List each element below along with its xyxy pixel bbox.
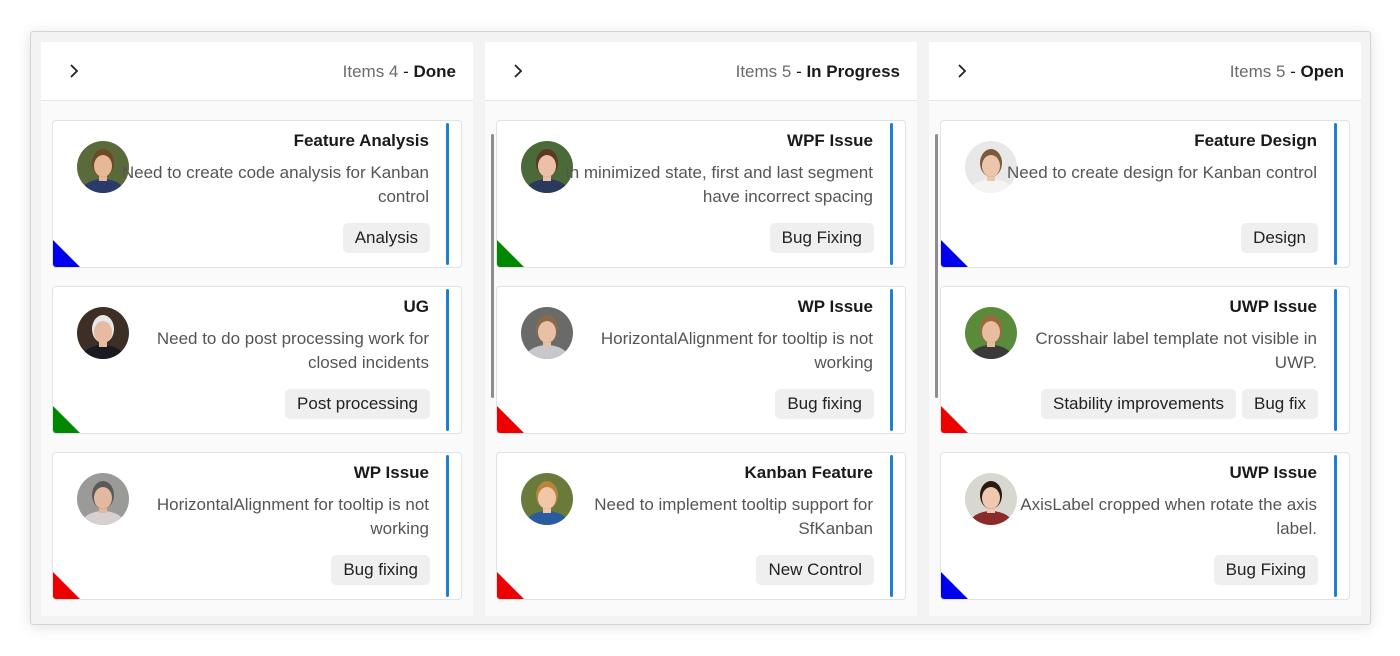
- priority-indicator: [941, 240, 968, 267]
- column-status: In Progress: [806, 62, 900, 81]
- card-tag[interactable]: Analysis: [342, 223, 430, 253]
- priority-indicator: [941, 572, 968, 599]
- card-tag[interactable]: Design: [1241, 223, 1318, 253]
- card-accent-bar: [446, 455, 449, 597]
- card-tag[interactable]: Bug Fixing: [1213, 555, 1318, 585]
- card-accent-bar: [890, 289, 893, 431]
- header-separator: -: [1285, 62, 1301, 81]
- card-description: Crosshair label template not visible in …: [1035, 329, 1317, 372]
- card-description: Need to implement tooltip support for Sf…: [594, 495, 873, 538]
- card-tag[interactable]: Bug Fixing: [769, 223, 874, 253]
- card-description: HorizontalAlignment for tooltip is not w…: [600, 329, 873, 372]
- card-tags: Bug fixing: [331, 555, 430, 585]
- kanban-card[interactable]: Kanban Feature Need to implement tooltip…: [496, 452, 906, 600]
- card-description: Need to create code analysis for Kanban …: [121, 163, 429, 206]
- priority-indicator: [53, 406, 80, 433]
- kanban-column-open: Items 5 - Open Feature Design Need to cr…: [929, 42, 1361, 616]
- kanban-card[interactable]: WP Issue HorizontalAlignment for tooltip…: [496, 286, 906, 434]
- card-tags: Post processing: [285, 389, 430, 419]
- column-item-count: Items 5: [1229, 62, 1286, 81]
- column-status: Open: [1300, 62, 1344, 81]
- kanban-board: Items 4 - Done Feature Analysis Need to …: [30, 31, 1371, 625]
- card-tags: Bug fixing: [775, 389, 874, 419]
- chevron-right-icon[interactable]: [65, 62, 83, 80]
- card-description: Need to do post processing work for clos…: [156, 329, 429, 372]
- column-header-text: Items 5 - Open: [1230, 62, 1344, 82]
- card-description: HorizontalAlignment for tooltip is not w…: [156, 495, 429, 538]
- card-title: Feature Design: [1194, 131, 1317, 150]
- kanban-card[interactable]: UWP Issue AxisLabel cropped when rotate …: [940, 452, 1350, 600]
- column-status: Done: [413, 62, 457, 81]
- column-header: Items 5 - In Progress: [485, 42, 917, 101]
- column-header-text: Items 4 - Done: [343, 62, 456, 82]
- card-title: WP Issue: [353, 463, 429, 482]
- card-accent-bar: [1334, 455, 1337, 597]
- card-title: Kanban Feature: [744, 463, 873, 482]
- card-description: Need to create design for Kanban control: [1007, 163, 1317, 182]
- kanban-card[interactable]: Feature Analysis Need to create code ana…: [52, 120, 462, 268]
- card-tags: Analysis: [342, 223, 430, 253]
- card-accent-bar: [1334, 123, 1337, 265]
- card-tag[interactable]: Post processing: [285, 389, 430, 419]
- kanban-card[interactable]: UG Need to do post processing work for c…: [52, 286, 462, 434]
- card-tag[interactable]: Bug fixing: [331, 555, 430, 585]
- card-accent-bar: [890, 123, 893, 265]
- card-tags: Bug Fixing: [1213, 555, 1318, 585]
- card-description: In minimized state, first and last segme…: [564, 163, 873, 206]
- card-title: WP Issue: [797, 297, 873, 316]
- priority-indicator: [497, 406, 524, 433]
- kanban-column-done: Items 4 - Done Feature Analysis Need to …: [41, 42, 473, 616]
- card-accent-bar: [1334, 289, 1337, 431]
- card-accent-bar: [446, 123, 449, 265]
- card-tags: New Control: [756, 555, 874, 585]
- column-item-count: Items 4: [342, 62, 399, 81]
- kanban-card[interactable]: WPF Issue In minimized state, first and …: [496, 120, 906, 268]
- card-tags: Design: [1241, 223, 1318, 253]
- card-tag[interactable]: Bug fix: [1242, 389, 1318, 419]
- chevron-right-icon[interactable]: [953, 62, 971, 80]
- card-tags: Bug Fixing: [769, 223, 874, 253]
- priority-indicator: [497, 572, 524, 599]
- card-accent-bar: [446, 289, 449, 431]
- card-title: UWP Issue: [1229, 463, 1317, 482]
- priority-indicator: [53, 240, 80, 267]
- header-separator: -: [791, 62, 807, 81]
- column-header: Items 5 - Open: [929, 42, 1361, 101]
- priority-indicator: [941, 406, 968, 433]
- header-separator: -: [398, 62, 414, 81]
- vertical-scrollbar[interactable]: [491, 134, 494, 398]
- card-description: AxisLabel cropped when rotate the axis l…: [1020, 495, 1317, 538]
- kanban-card[interactable]: UWP Issue Crosshair label template not v…: [940, 286, 1350, 434]
- priority-indicator: [53, 572, 80, 599]
- card-tag[interactable]: Bug fixing: [775, 389, 874, 419]
- card-title: Feature Analysis: [293, 131, 429, 150]
- card-accent-bar: [890, 455, 893, 597]
- priority-indicator: [497, 240, 524, 267]
- kanban-card[interactable]: WP Issue HorizontalAlignment for tooltip…: [52, 452, 462, 600]
- kanban-column-in-progress: Items 5 - In Progress WPF Issue In minim…: [485, 42, 917, 616]
- card-tag[interactable]: New Control: [756, 555, 874, 585]
- card-tag[interactable]: Stability improvements: [1041, 389, 1237, 419]
- card-tags: Stability improvements Bug fix: [1041, 389, 1318, 419]
- card-title: UG: [403, 297, 430, 316]
- column-item-count: Items 5: [735, 62, 792, 81]
- card-title: WPF Issue: [787, 131, 873, 150]
- column-header: Items 4 - Done: [41, 42, 473, 101]
- column-header-text: Items 5 - In Progress: [736, 62, 900, 82]
- chevron-right-icon[interactable]: [509, 62, 527, 80]
- card-title: UWP Issue: [1229, 297, 1317, 316]
- kanban-card[interactable]: Feature Design Need to create design for…: [940, 120, 1350, 268]
- vertical-scrollbar[interactable]: [935, 134, 938, 398]
